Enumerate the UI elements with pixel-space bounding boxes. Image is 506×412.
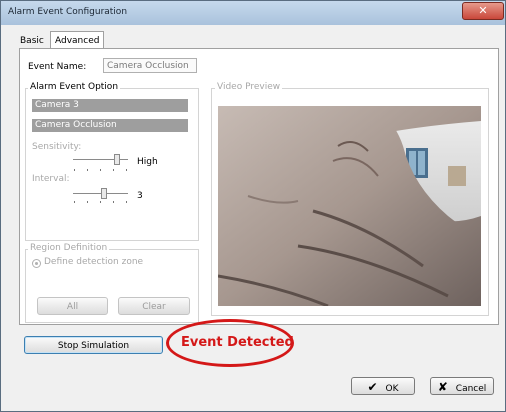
cancel-button[interactable]: ✘ Cancel [430,377,494,395]
interval-value: 3 [137,191,143,201]
occluding-hand-image [218,106,481,306]
interval-slider[interactable] [101,188,107,199]
stop-simulation-button[interactable]: Stop Simulation [24,336,163,354]
video-preview-legend: Video Preview [215,82,283,92]
interval-label: Interval: [32,174,70,184]
detection-zone-radio[interactable] [32,259,41,268]
event-name-field[interactable]: Camera Occlusion [103,58,197,73]
title-bar[interactable]: Alarm Event Configuration ✕ [1,1,505,25]
sensitivity-tick [74,169,75,171]
sensitivity-tick [126,169,127,171]
sensitivity-slider[interactable] [114,154,120,165]
sensitivity-tick [100,169,101,171]
close-icon: ✕ [478,4,488,17]
sensitivity-tick [113,169,114,171]
tab-basic[interactable]: Basic [20,34,44,49]
sensitivity-value: High [137,157,158,167]
sensitivity-tick [87,169,88,171]
clear-button[interactable]: Clear [118,297,190,315]
interval-tick [100,201,101,203]
alarm-event-option-legend: Alarm Event Option [28,82,121,92]
ok-label: OK [385,384,399,394]
close-button[interactable]: ✕ [462,2,504,20]
camera-select[interactable]: Camera 3 [32,99,188,112]
interval-tick [74,201,75,203]
video-preview-image [218,106,481,306]
interval-tick [113,201,114,203]
checkmark-icon: ✔ [367,380,378,394]
cancel-label: Cancel [455,384,487,394]
cancel-icon: ✘ [437,380,448,394]
region-definition-legend: Region Definition [28,243,110,253]
detection-zone-label: Define detection zone [44,257,144,267]
all-button[interactable]: All [37,297,108,315]
event-name-label: Event Name: [28,62,87,72]
interval-tick [87,201,88,203]
interval-tick [126,201,127,203]
window-title: Alarm Event Configuration [8,7,128,17]
ok-button[interactable]: ✔ OK [351,377,415,395]
dialog-window: Alarm Event Configuration ✕ Basic Advanc… [0,0,506,412]
event-detected-text: Event Detected [181,335,294,350]
event-type-select[interactable]: Camera Occlusion [32,119,188,132]
sensitivity-label: Sensitivity: [32,142,82,152]
